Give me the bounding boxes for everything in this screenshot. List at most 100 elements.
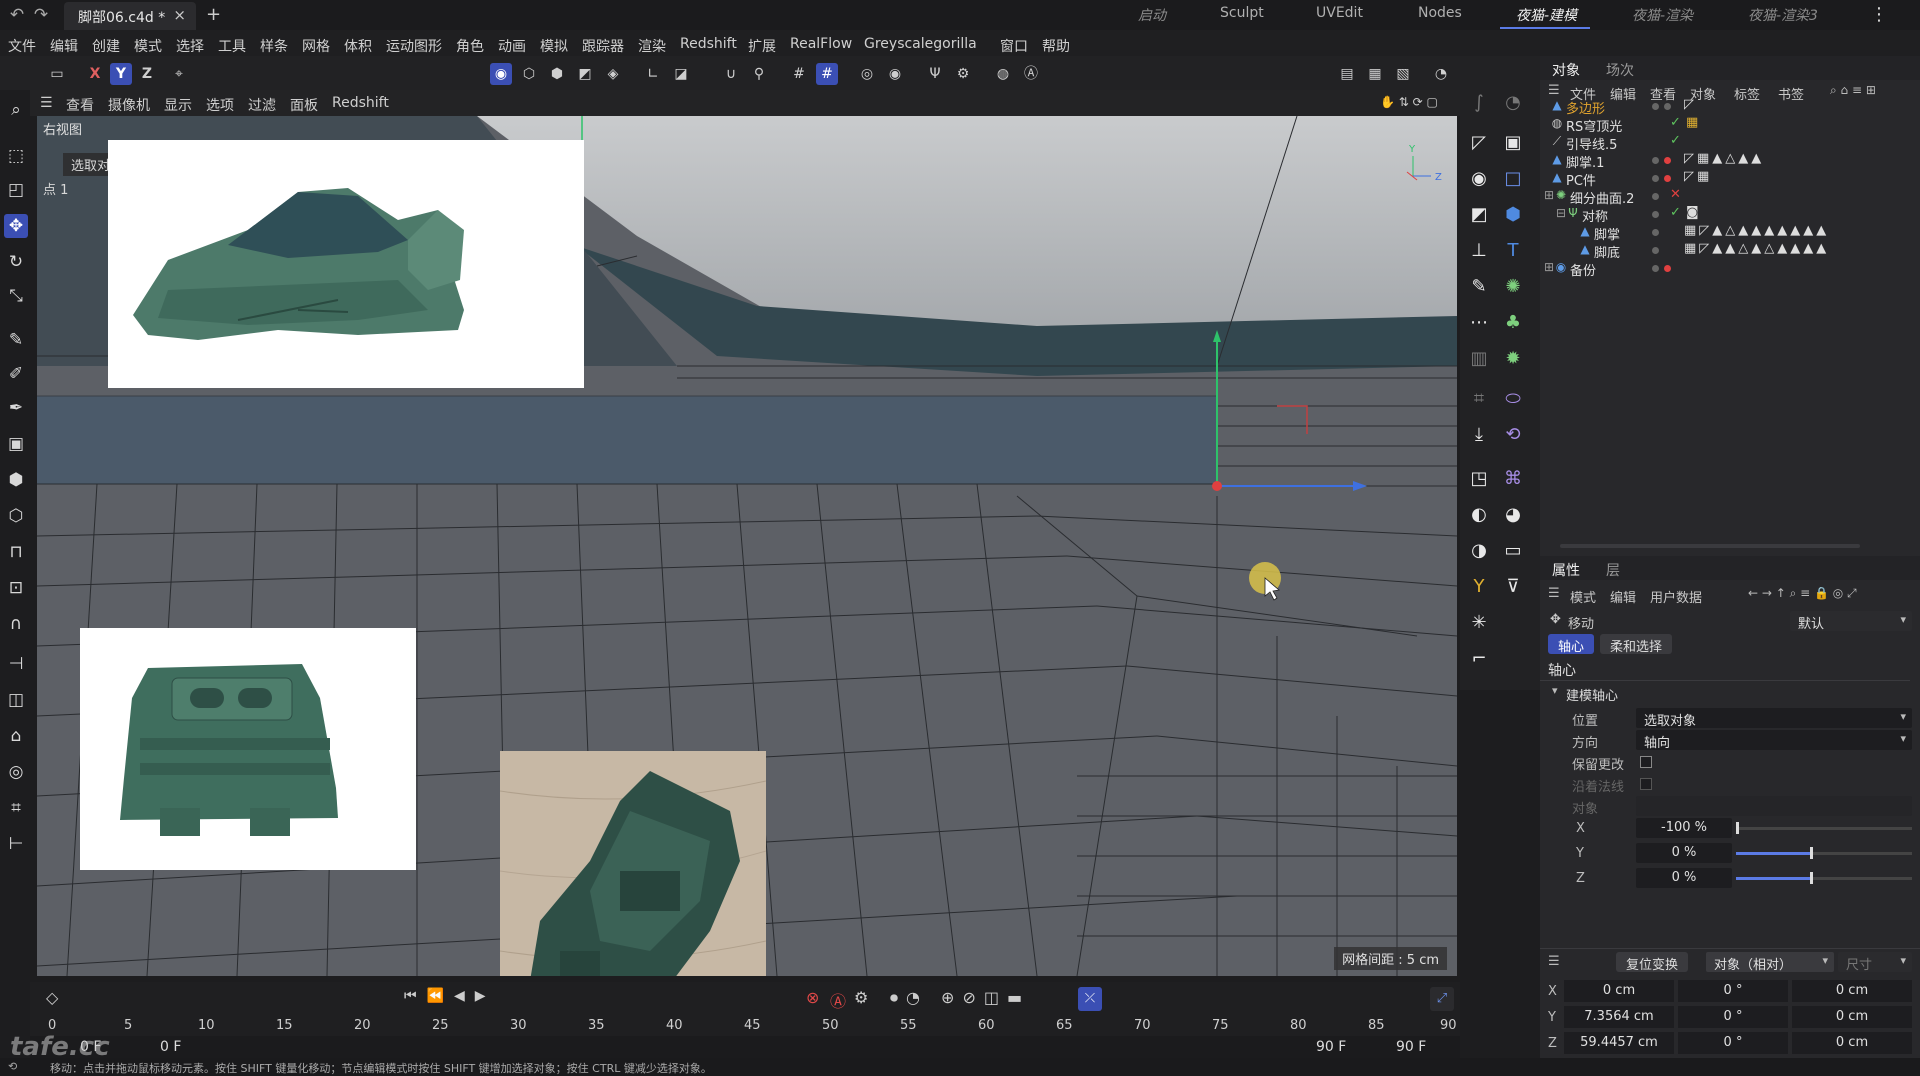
menu-help[interactable]: 帮助	[1042, 36, 1070, 56]
coord-system-icon[interactable]: ⌖	[168, 63, 190, 85]
object-row[interactable]: ▲ 脚掌.1 ◸▦▲△▲▲	[1540, 150, 1920, 171]
snap-icon[interactable]: #	[816, 63, 838, 85]
object-row[interactable]: ◍ RS穹顶光 ✓ ▦	[1540, 114, 1920, 135]
render-active-icon[interactable]: ▦	[1364, 63, 1386, 85]
menu-select[interactable]: 选择	[176, 36, 204, 56]
object-row[interactable]: ▲ PC件 ◸▦	[1540, 168, 1920, 189]
object-name[interactable]: 备份	[1570, 260, 1596, 279]
deformer-icon[interactable]: ⬭	[1500, 386, 1526, 412]
cube-primitive-icon[interactable]: ⬢	[1500, 202, 1526, 228]
object-row[interactable]: ⊟ Ψ 对称 ✓ ◙	[1540, 204, 1920, 225]
sculpt-icon[interactable]: ◔	[1500, 90, 1526, 116]
coord-x-rotation[interactable]: 0 °	[1678, 980, 1788, 1002]
keyframe-diamond-icon[interactable]: ◇	[46, 988, 58, 1007]
editor-visibility-dot[interactable]	[1652, 211, 1659, 218]
pen-icon[interactable]: ✒	[4, 396, 28, 420]
viewport-menu-camera[interactable]: 摄像机	[108, 95, 150, 115]
coord-y-size[interactable]: 0 cm	[1792, 1006, 1912, 1028]
tab-objects[interactable]: 对象	[1552, 60, 1580, 80]
menu-mograph[interactable]: 运动图形	[386, 36, 442, 56]
chevron-down-icon[interactable]: ▾	[1552, 684, 1558, 697]
scale-tool-icon[interactable]: ⤡	[4, 284, 28, 308]
render-visibility-dot[interactable]	[1664, 265, 1671, 272]
close-tab-icon[interactable]: ×	[173, 6, 186, 24]
bridge-icon[interactable]: ⊓	[4, 540, 28, 564]
viewport-menu-options[interactable]: 选项	[206, 95, 234, 115]
object-link-field[interactable]	[1636, 796, 1912, 816]
measure-icon[interactable]: ⊢	[4, 832, 28, 856]
y-slider-knob[interactable]	[1810, 847, 1813, 859]
subtab-soft-selection[interactable]: 柔和选择	[1600, 634, 1673, 655]
attributes-nav-icons[interactable]: ← → ↑ ⌕ ≡ 🔒 ◎ ⤢	[1748, 586, 1857, 601]
viewport-menu-filter[interactable]: 过滤	[248, 95, 276, 115]
undo-icon[interactable]: ↶	[6, 4, 28, 26]
along-normal-checkbox[interactable]	[1640, 778, 1652, 790]
live-select-icon[interactable]: ⬚	[4, 144, 28, 168]
key-settings-icon[interactable]: ⚙	[854, 988, 868, 1007]
menu-redshift[interactable]: Redshift	[680, 36, 737, 52]
render-view-icon[interactable]: ◎	[856, 63, 878, 85]
coords-mode-dropdown[interactable]: 对象（相对）	[1706, 952, 1834, 973]
menu-animate[interactable]: 动画	[498, 36, 526, 56]
light-icon[interactable]: ⊽	[1500, 574, 1526, 600]
editor-visibility-dot[interactable]	[1652, 193, 1659, 200]
pen-spline-icon[interactable]: ✎	[1466, 274, 1492, 300]
point-snap-icon[interactable]: ⌗	[4, 796, 28, 820]
render-queue-icon[interactable]: ▧	[1392, 63, 1414, 85]
menu-window[interactable]: 窗口	[1000, 36, 1028, 56]
drop-icon[interactable]: ⤓	[1466, 422, 1492, 448]
sky-icon[interactable]: ◕	[1500, 502, 1526, 528]
editor-visibility-dot[interactable]	[1652, 103, 1659, 110]
group-title[interactable]: 建模轴心	[1566, 685, 1618, 704]
timeline-ruler[interactable]: 0 5 10 15 20 25 30 35 40 45 50 55 60 65 …	[30, 1016, 1460, 1036]
editor-visibility-dot[interactable]	[1652, 175, 1659, 182]
auto-key-icon[interactable]: Ⓐ	[830, 988, 846, 1012]
y-value-field[interactable]: 0 %	[1636, 843, 1732, 863]
menu-volume[interactable]: 体积	[344, 36, 372, 56]
extrude-icon[interactable]: ⬢	[4, 468, 28, 492]
model-mode-icon[interactable]: ▭	[46, 63, 68, 85]
viewport-menu-panel[interactable]: 面板	[290, 95, 318, 115]
document-tab[interactable]: 脚部06.c4d * ×	[64, 2, 196, 30]
preset-dropdown[interactable]: 默认	[1790, 611, 1912, 632]
symmetry-icon[interactable]: Ψ	[924, 63, 946, 85]
playback-controls[interactable]: ⏮⏪◀▶	[404, 988, 496, 1004]
loop-select-icon[interactable]: ◫	[4, 688, 28, 712]
enabled-check-icon[interactable]: ✓	[1670, 133, 1684, 148]
menu-mesh[interactable]: 网格	[302, 36, 330, 56]
layout-tab-render3[interactable]: 夜猫-渲染3	[1748, 5, 1818, 25]
visibility-icon[interactable]: ◐	[1466, 502, 1492, 528]
max-frame-field[interactable]: 90 F	[1396, 1039, 1426, 1055]
magnet-icon[interactable]: ∪	[720, 63, 742, 85]
plane-icon[interactable]: □	[1500, 166, 1526, 192]
editor-visibility-dot[interactable]	[1652, 247, 1659, 254]
menu-spline[interactable]: 样条	[260, 36, 288, 56]
layout-tab-nodes[interactable]: Nodes	[1418, 5, 1462, 21]
render-visibility-dot[interactable]	[1664, 157, 1671, 164]
menu-tools[interactable]: 工具	[218, 36, 246, 56]
editor-visibility-dot[interactable]	[1652, 265, 1659, 272]
coord-z-size[interactable]: 0 cm	[1792, 1032, 1912, 1054]
direction-dropdown[interactable]: 轴向	[1636, 730, 1912, 751]
tab-attributes[interactable]: 属性	[1552, 560, 1580, 580]
object-mode-icon[interactable]: ◈	[602, 63, 624, 85]
keep-changes-checkbox[interactable]	[1640, 756, 1652, 768]
texture-mode-icon[interactable]: ◪	[670, 63, 692, 85]
viewport-menu-display[interactable]: 显示	[164, 95, 192, 115]
scene-camera-icon[interactable]: ▭	[1500, 538, 1526, 564]
object-row[interactable]: ⊞ ✺ 细分曲面.2 ✕	[1540, 186, 1920, 207]
grid-snap-icon[interactable]: #	[788, 63, 810, 85]
current-frame-field[interactable]: 0 F	[160, 1039, 181, 1055]
attributes-menu-edit[interactable]: 编辑	[1610, 587, 1636, 606]
grid-icon[interactable]: ▥	[1466, 346, 1492, 372]
object-row[interactable]: ▲ 脚掌 ▦◸▲△▲▲▲▲▲▲▲	[1540, 222, 1920, 243]
uv-mode-icon[interactable]: ◩	[574, 63, 596, 85]
coords-size-dropdown[interactable]: 尺寸	[1838, 952, 1912, 973]
menu-create[interactable]: 创建	[92, 36, 120, 56]
viewport-menu-redshift[interactable]: Redshift	[332, 95, 389, 111]
axis-y-toggle[interactable]: Y	[110, 63, 132, 85]
layout-tab-modeling[interactable]: 夜猫-建模	[1516, 5, 1577, 25]
mirror-icon[interactable]: ⊣	[4, 652, 28, 676]
coords-hamburger-icon[interactable]: ☰	[1548, 954, 1560, 969]
disabled-x-icon[interactable]: ✕	[1670, 187, 1684, 202]
